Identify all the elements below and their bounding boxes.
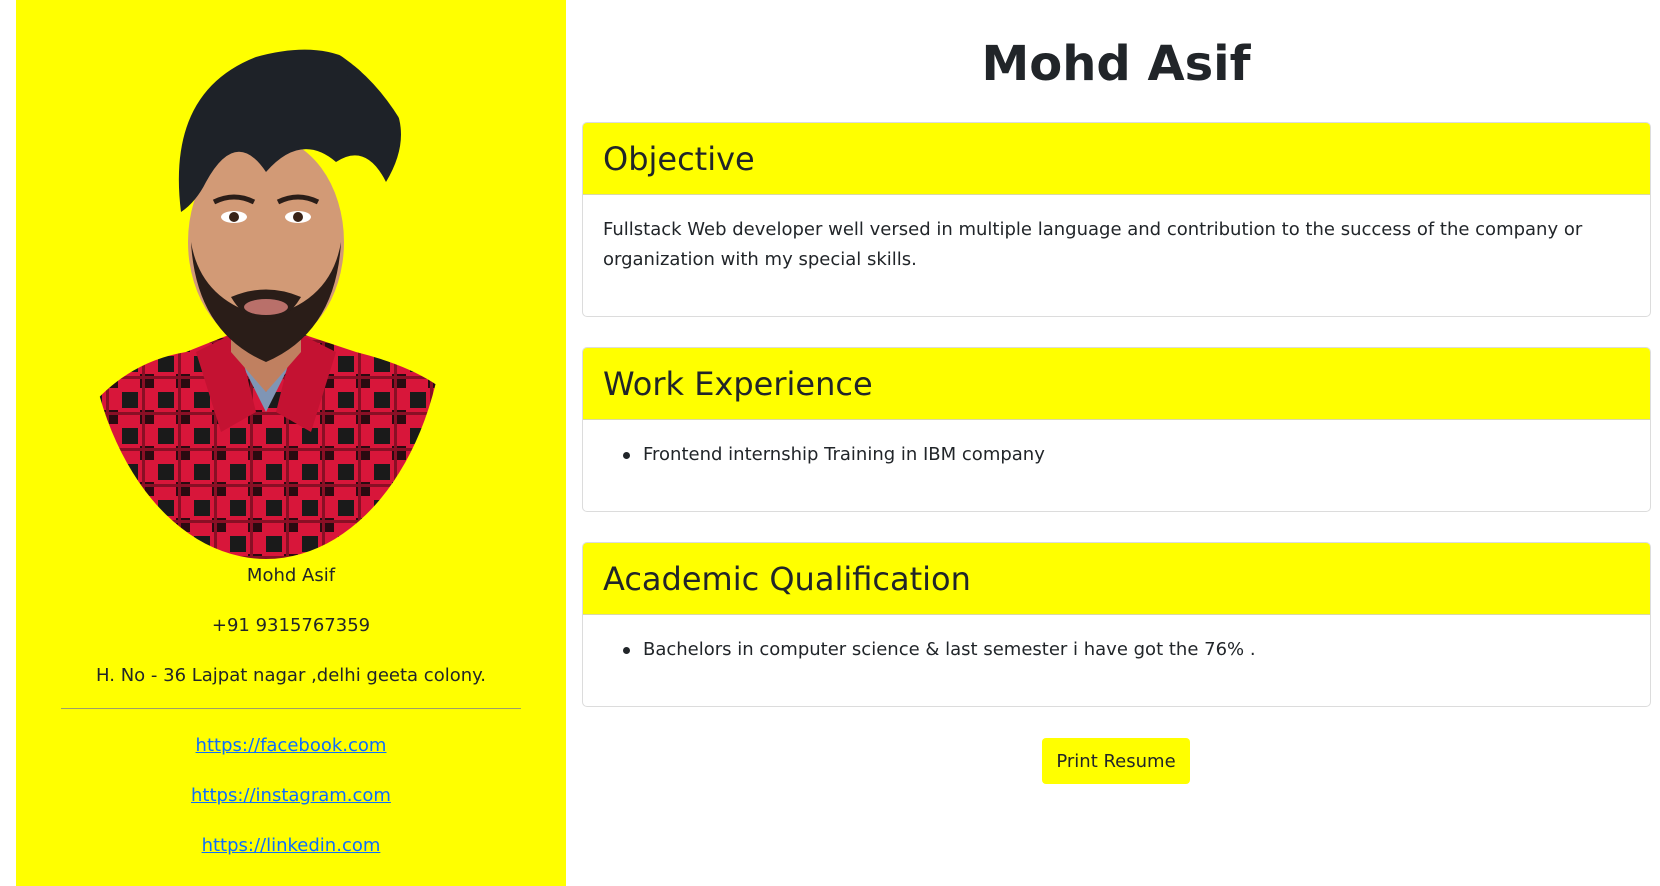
- facebook-link[interactable]: https://facebook.com: [16, 734, 566, 758]
- work-experience-list: Frontend internship Training in IBM comp…: [603, 440, 1630, 470]
- print-resume-button[interactable]: Print Resume: [1042, 738, 1190, 784]
- work-experience-body: Frontend internship Training in IBM comp…: [583, 420, 1650, 470]
- sidebar-name: Mohd Asif: [246, 565, 336, 586]
- profile-photo: [86, 32, 446, 559]
- work-experience-card: Work Experience Frontend internship Trai…: [582, 347, 1651, 512]
- sidebar-address: H. No - 36 Lajpat nagar ,delhi geeta col…: [96, 665, 486, 686]
- objective-heading: Objective: [583, 123, 1650, 195]
- academic-qualification-body: Bachelors in computer science & last sem…: [583, 615, 1650, 665]
- academic-qualification-list: Bachelors in computer science & last sem…: [603, 635, 1630, 665]
- sidebar-phone: +91 9315767359: [211, 615, 371, 636]
- work-experience-heading: Work Experience: [583, 348, 1650, 420]
- resume-page: Mohd Asif +91 9315767359 H. No - 36 Lajp…: [0, 0, 1660, 886]
- instagram-link[interactable]: https://instagram.com: [16, 784, 566, 808]
- list-item: Frontend internship Training in IBM comp…: [623, 440, 1630, 470]
- objective-body: Fullstack Web developer well versed in m…: [583, 195, 1650, 275]
- page-title: Mohd Asif: [981, 36, 1251, 92]
- academic-qualification-card: Academic Qualification Bachelors in comp…: [582, 542, 1651, 707]
- academic-qualification-heading: Academic Qualification: [583, 543, 1650, 615]
- objective-card: Objective Fullstack Web developer well v…: [582, 122, 1651, 317]
- sidebar: Mohd Asif +91 9315767359 H. No - 36 Lajp…: [16, 0, 566, 886]
- linkedin-link[interactable]: https://linkedin.com: [16, 834, 566, 858]
- list-item: Bachelors in computer science & last sem…: [623, 635, 1630, 665]
- objective-text: Fullstack Web developer well versed in m…: [603, 219, 1583, 270]
- sidebar-divider: [61, 708, 521, 709]
- profile-photo-image: [86, 32, 446, 559]
